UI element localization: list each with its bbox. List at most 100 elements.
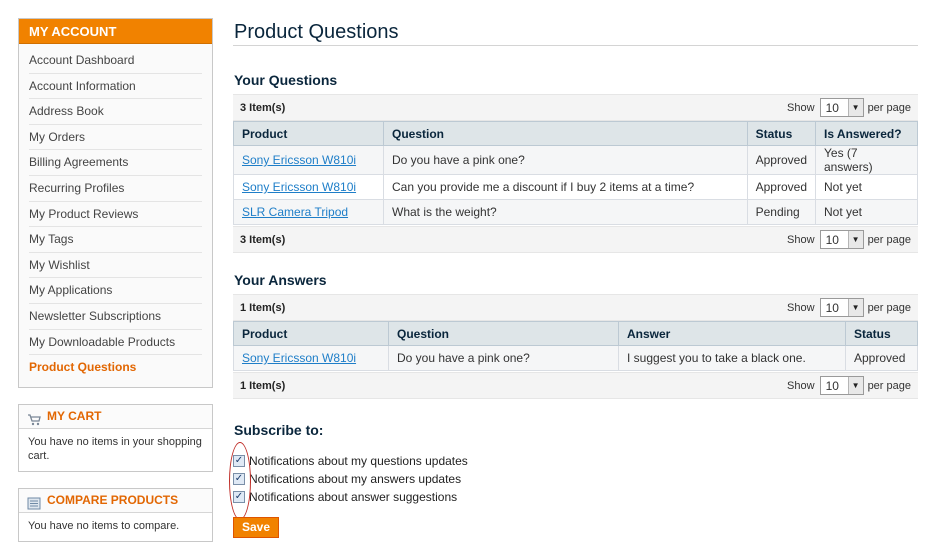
questions-section: Your Questions 3 Item(s) Show 10 ▼ per p… xyxy=(233,72,918,253)
col-header[interactable]: Product xyxy=(233,321,389,346)
question-cell: What is the weight? xyxy=(383,199,748,225)
sidebar-item-recurring-profiles[interactable]: Recurring Profiles xyxy=(29,176,202,202)
col-header[interactable]: Status xyxy=(845,321,918,346)
chevron-down-icon: ▼ xyxy=(847,377,863,394)
table-row: Sony Ericsson W810i Do you have a pink o… xyxy=(233,345,918,371)
col-header[interactable]: Question xyxy=(388,321,619,346)
answers-pager-top: 1 Item(s) Show 10 ▼ per page xyxy=(233,294,918,321)
sidebar-item-my-applications[interactable]: My Applications xyxy=(29,278,202,304)
chevron-down-icon: ▼ xyxy=(847,299,863,316)
compare-empty-message: You have no items to compare. xyxy=(19,512,212,541)
cart-block-header: MY CART xyxy=(19,404,212,429)
product-link[interactable]: Sony Ericsson W810i xyxy=(242,153,356,167)
questions-table: Product Question Status Is Answered? Son… xyxy=(233,121,918,225)
sidebar-item-billing-agreements[interactable]: Billing Agreements xyxy=(29,150,202,176)
question-cell: Do you have a pink one? xyxy=(383,145,748,175)
product-link[interactable]: SLR Camera Tripod xyxy=(242,205,348,219)
questions-pager-top: 3 Item(s) Show 10 ▼ per page xyxy=(233,94,918,121)
table-row: Sony Ericsson W810i Do you have a pink o… xyxy=(233,145,918,175)
product-cell: Sony Ericsson W810i xyxy=(233,174,384,200)
per-page-label: per page xyxy=(867,301,911,314)
limit-value: 10 xyxy=(825,100,839,115)
answers-count: 1 Item(s) xyxy=(240,379,286,392)
sidebar-item-newsletter[interactable]: Newsletter Subscriptions xyxy=(29,304,202,330)
sidebar-item-downloadable-products[interactable]: My Downloadable Products xyxy=(29,330,202,356)
chevron-down-icon: ▼ xyxy=(847,99,863,116)
subscribe-option-label: Notifications about my questions updates xyxy=(249,454,468,468)
sidebar: MY ACCOUNT Account Dashboard Account Inf… xyxy=(18,18,213,542)
show-label: Show xyxy=(787,301,815,314)
save-button[interactable]: Save xyxy=(233,517,279,538)
sidebar-item-my-wishlist[interactable]: My Wishlist xyxy=(29,253,202,279)
product-link[interactable]: Sony Ericsson W810i xyxy=(242,351,356,365)
account-block: MY ACCOUNT Account Dashboard Account Inf… xyxy=(18,18,213,388)
account-nav: Account Dashboard Account Information Ad… xyxy=(19,44,212,387)
annotation-oval xyxy=(229,442,251,520)
questions-count: 3 Item(s) xyxy=(240,101,286,114)
cart-icon xyxy=(27,410,41,425)
sidebar-item-account-dashboard[interactable]: Account Dashboard xyxy=(29,48,202,74)
answered-cell: Not yet xyxy=(815,174,918,200)
limiter: Show 10 ▼ per page xyxy=(787,230,911,249)
col-header[interactable]: Question xyxy=(383,121,748,146)
status-cell: Pending xyxy=(746,199,817,225)
subscribe-option-label: Notifications about answer suggestions xyxy=(249,490,458,504)
per-page-label: per page xyxy=(867,101,911,114)
cart-empty-message: You have no items in your shopping cart. xyxy=(19,428,212,471)
compare-block-title: COMPARE PRODUCTS xyxy=(47,493,179,508)
show-label: Show xyxy=(787,101,815,114)
answered-cell: Yes (7 answers) xyxy=(815,145,918,175)
compare-icon xyxy=(27,494,41,510)
limit-value: 10 xyxy=(825,300,839,315)
answered-cell: Not yet xyxy=(815,199,918,225)
answers-count: 1 Item(s) xyxy=(240,301,286,314)
table-row: Sony Ericsson W810i Can you provide me a… xyxy=(233,174,918,200)
question-cell: Can you provide me a discount if I buy 2… xyxy=(383,174,748,200)
limiter: Show 10 ▼ per page xyxy=(787,376,911,395)
page-title: Product Questions xyxy=(233,10,918,46)
col-header[interactable]: Is Answered? xyxy=(815,121,918,146)
sidebar-item-product-reviews[interactable]: My Product Reviews xyxy=(29,202,202,228)
limit-select[interactable]: 10 ▼ xyxy=(819,298,864,317)
questions-title: Your Questions xyxy=(234,72,338,88)
show-label: Show xyxy=(787,379,815,392)
col-header[interactable]: Answer xyxy=(618,321,846,346)
subscribe-title: Subscribe to: xyxy=(234,422,324,438)
answers-title: Your Answers xyxy=(234,272,327,288)
cart-block-title: MY CART xyxy=(47,409,102,424)
subscribe-option-label: Notifications about my answers updates xyxy=(249,472,462,486)
subscribe-option[interactable]: ✓ Notifications about answer suggestions xyxy=(233,488,468,506)
answers-table: Product Question Answer Status Sony Eric… xyxy=(233,321,918,371)
product-cell: SLR Camera Tripod xyxy=(233,199,384,225)
answers-section: Your Answers 1 Item(s) Show 10 ▼ per pag… xyxy=(233,272,918,399)
question-cell: Do you have a pink one? xyxy=(388,345,619,371)
answer-cell: I suggest you to take a black one. xyxy=(618,345,846,371)
table-row: SLR Camera Tripod What is the weight? Pe… xyxy=(233,199,918,225)
product-cell: Sony Ericsson W810i xyxy=(233,145,384,175)
compare-block-header: COMPARE PRODUCTS xyxy=(19,488,212,513)
limit-select[interactable]: 10 ▼ xyxy=(819,376,864,395)
limit-select[interactable]: 10 ▼ xyxy=(819,230,864,249)
subscribe-option[interactable]: ✓ Notifications about my questions updat… xyxy=(233,452,468,470)
subscribe-options: ✓ Notifications about my questions updat… xyxy=(229,442,468,520)
subscribe-option[interactable]: ✓ Notifications about my answers updates xyxy=(233,470,468,488)
col-header[interactable]: Product xyxy=(233,121,384,146)
col-header[interactable]: Status xyxy=(746,121,817,146)
sidebar-item-my-orders[interactable]: My Orders xyxy=(29,125,202,151)
product-link[interactable]: Sony Ericsson W810i xyxy=(242,180,356,194)
answers-pager-bottom: 1 Item(s) Show 10 ▼ per page xyxy=(233,372,918,399)
status-cell: Approved xyxy=(746,145,817,175)
sidebar-item-address-book[interactable]: Address Book xyxy=(29,99,202,125)
chevron-down-icon: ▼ xyxy=(847,231,863,248)
show-label: Show xyxy=(787,233,815,246)
sidebar-item-account-information[interactable]: Account Information xyxy=(29,74,202,100)
limit-select[interactable]: 10 ▼ xyxy=(819,98,864,117)
compare-block: COMPARE PRODUCTS You have no items to co… xyxy=(18,487,213,542)
questions-pager-bottom: 3 Item(s) Show 10 ▼ per page xyxy=(233,226,918,253)
status-cell: Approved xyxy=(746,174,817,200)
sidebar-item-my-tags[interactable]: My Tags xyxy=(29,227,202,253)
status-cell: Approved xyxy=(845,345,918,371)
main-content: Product Questions Your Questions 3 Item(… xyxy=(233,10,918,399)
per-page-label: per page xyxy=(867,379,911,392)
questions-count: 3 Item(s) xyxy=(240,233,286,246)
